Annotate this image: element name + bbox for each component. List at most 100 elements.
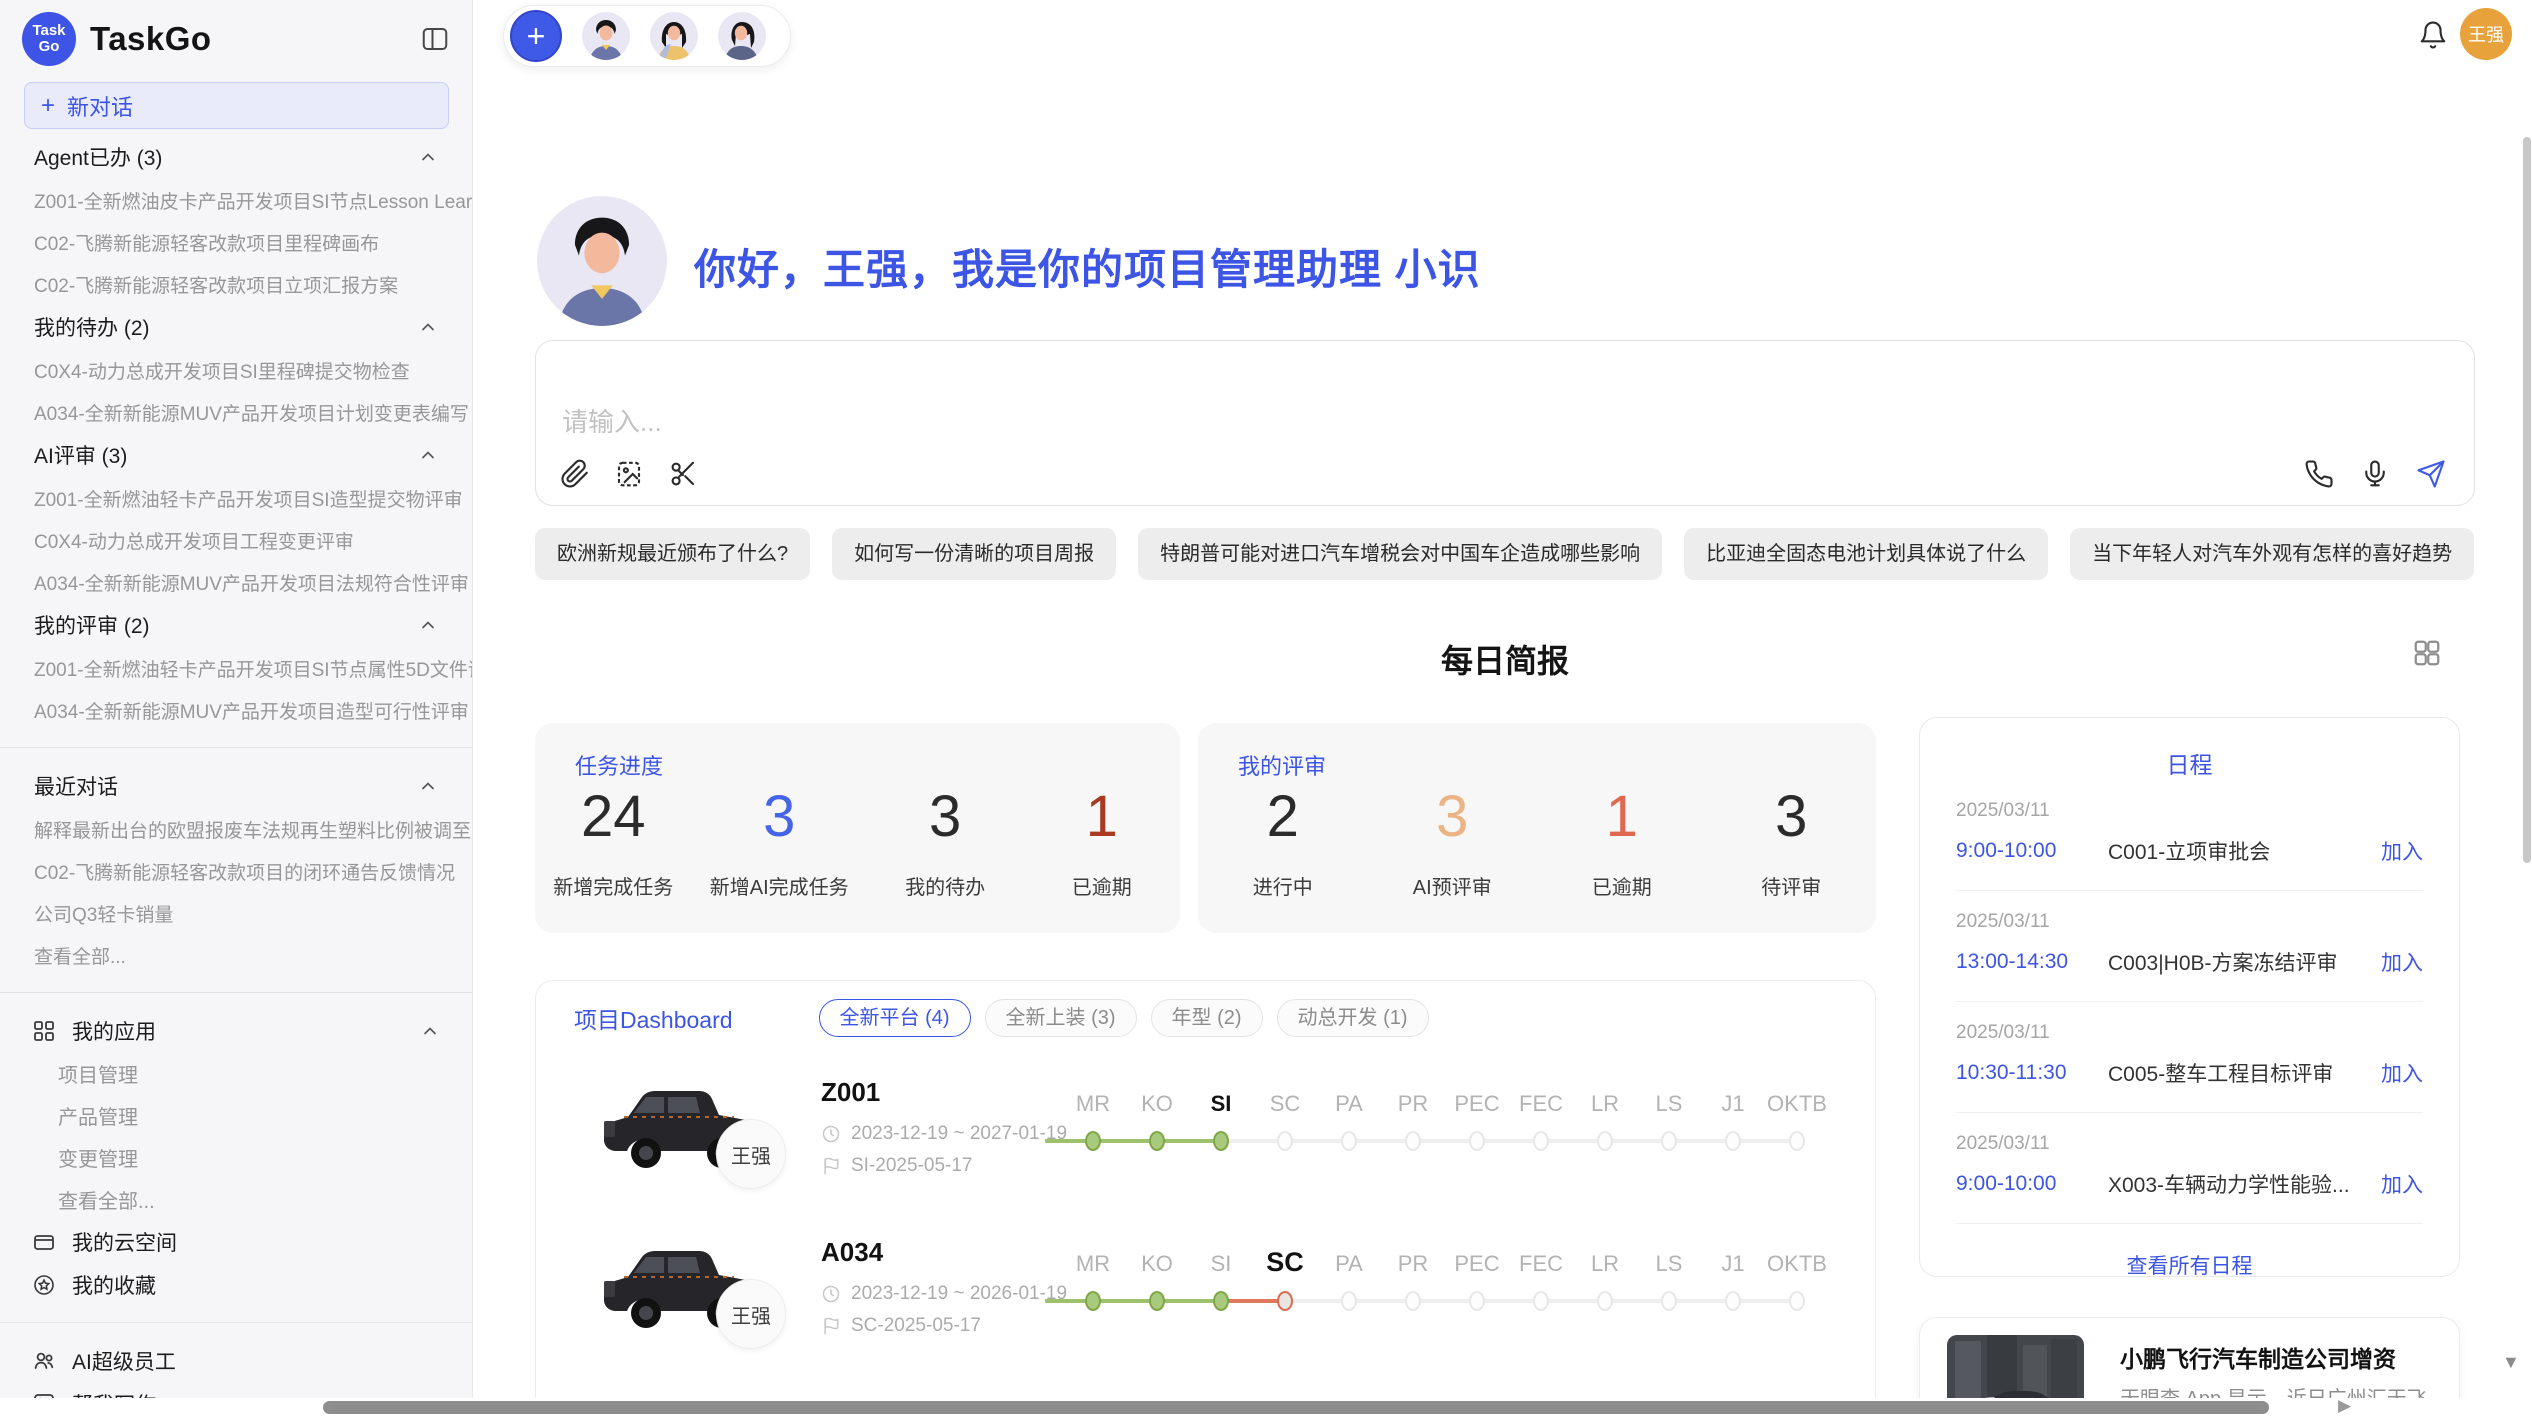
schedule-item[interactable]: 2025/03/11 9:00-10:00 C001-立项审批会 加入 <box>1956 780 2423 891</box>
scroll-right-arrow-icon[interactable]: ▶ <box>2338 1396 2351 1416</box>
sidebar-item-my-apps[interactable]: 我的应用 <box>0 1009 472 1052</box>
milestone-dot[interactable] <box>1789 1291 1805 1311</box>
tab-powertrain[interactable]: 动总开发 (1) <box>1277 999 1429 1037</box>
milestone-dot[interactable] <box>1725 1131 1741 1151</box>
milestone-dot[interactable] <box>1533 1291 1549 1311</box>
milestone-dot-done[interactable] <box>1213 1131 1229 1151</box>
sidebar-group-recent-chats[interactable]: 最近对话 <box>0 764 472 808</box>
agent-avatar-3[interactable] <box>718 12 766 60</box>
sidebar-item-cloud-space[interactable]: 我的云空间 <box>0 1220 472 1263</box>
milestone-dot[interactable] <box>1789 1131 1805 1151</box>
milestone-dot-done[interactable] <box>1149 1291 1165 1311</box>
sidebar-group-my-review[interactable]: 我的评审 (2) <box>0 603 472 647</box>
suggestion-chip[interactable]: 特朗普可能对进口汽车增税会对中国车企造成哪些影响 <box>1138 528 1662 580</box>
image-upload-icon[interactable] <box>614 459 644 489</box>
suggestion-chip[interactable]: 当下年轻人对汽车外观有怎样的喜好趋势 <box>2070 528 2474 580</box>
sidebar-item-project-mgmt[interactable]: 项目管理 <box>0 1052 472 1094</box>
sidebar-item[interactable]: A034-全新新能源MUV产品开发项目计划变更表编写 <box>0 391 472 433</box>
add-agent-button[interactable]: + <box>510 10 562 62</box>
milestone-dot[interactable] <box>1469 1131 1485 1151</box>
milestone-dot-done[interactable] <box>1149 1131 1165 1151</box>
attachment-icon[interactable] <box>560 459 590 489</box>
milestone-dot-done[interactable] <box>1213 1291 1229 1311</box>
tab-new-body[interactable]: 全新上装 (3) <box>985 999 1137 1037</box>
milestone-dot[interactable] <box>1277 1131 1293 1151</box>
milestone-dot[interactable] <box>1661 1131 1677 1151</box>
microphone-icon[interactable] <box>2360 459 2390 489</box>
project-row-z001[interactable]: 王强 Z001 2023-12-19 ~ 2027-01-19 SI-2025-… <box>536 1061 1875 1221</box>
sidebar-item-ai-employee[interactable]: AI超级员工 <box>0 1339 472 1382</box>
stat-my-todo[interactable]: 3 我的待办 <box>885 785 1005 900</box>
milestone-dot-overdue[interactable] <box>1277 1291 1293 1311</box>
sidebar-item[interactable]: 公司Q3轻卡销量 <box>0 892 472 934</box>
horizontal-scrollbar[interactable] <box>323 1401 2269 1414</box>
milestone-dot[interactable] <box>1469 1291 1485 1311</box>
sidebar-item[interactable]: C0X4-动力总成开发项目工程变更评审 <box>0 519 472 561</box>
vertical-scrollbar[interactable] <box>2523 137 2531 863</box>
agent-avatar-1[interactable] <box>582 12 630 60</box>
sidebar-item-favorites[interactable]: 我的收藏 <box>0 1263 472 1306</box>
stat-new-done[interactable]: 24 新增完成任务 <box>553 785 673 900</box>
new-chat-button[interactable]: + 新对话 <box>24 82 449 129</box>
suggestion-chip[interactable]: 欧洲新规最近颁布了什么? <box>535 528 810 580</box>
sidebar-item[interactable]: C02-飞腾新能源轻客改款项目立项汇报方案 <box>0 263 472 305</box>
suggestion-chip[interactable]: 比亚迪全固态电池计划具体说了什么 <box>1684 528 2048 580</box>
sidebar-item-change-mgmt[interactable]: 变更管理 <box>0 1136 472 1178</box>
milestone-dot[interactable] <box>1533 1131 1549 1151</box>
chevron-up-icon[interactable] <box>420 1021 440 1041</box>
milestone-dot[interactable] <box>1341 1131 1357 1151</box>
milestone-dot[interactable] <box>1405 1131 1421 1151</box>
sidebar-group-ai-review[interactable]: AI评审 (3) <box>0 433 472 477</box>
schedule-item[interactable]: 2025/03/11 9:00-10:00 X003-车辆动力学性能验... 加… <box>1956 1113 2423 1224</box>
view-all-schedule-link[interactable]: 查看所有日程 <box>1956 1250 2423 1280</box>
sidebar-group-my-todo[interactable]: 我的待办 (2) <box>0 305 472 349</box>
phone-call-icon[interactable] <box>2304 459 2334 489</box>
sidebar-item[interactable]: C0X4-动力总成开发项目SI里程碑提交物检查 <box>0 349 472 391</box>
sidebar-item[interactable]: Z001-全新燃油皮卡产品开发项目SI节点Lesson Learn报告 <box>0 179 472 221</box>
stat-review-overdue[interactable]: 1 已逾期 <box>1562 785 1682 900</box>
sidebar-item[interactable]: A034-全新新能源MUV产品开发项目造型可行性评审 <box>0 689 472 731</box>
user-avatar[interactable]: 王强 <box>2460 8 2512 60</box>
scroll-down-arrow-icon[interactable]: ▼ <box>2502 1352 2520 1373</box>
milestone-dot[interactable] <box>1341 1291 1357 1311</box>
agent-avatar-2[interactable] <box>650 12 698 60</box>
stat-in-progress[interactable]: 2 进行中 <box>1223 785 1343 900</box>
join-link[interactable]: 加入 <box>2381 1169 2423 1199</box>
schedule-item[interactable]: 2025/03/11 10:30-11:30 C005-整车工程目标评审 加入 <box>1956 1002 2423 1113</box>
stat-pending-review[interactable]: 3 待评审 <box>1731 785 1851 900</box>
chevron-up-icon[interactable] <box>418 445 438 465</box>
chevron-up-icon[interactable] <box>418 317 438 337</box>
suggestion-chip[interactable]: 如何写一份清晰的项目周报 <box>832 528 1116 580</box>
milestone-dot-done[interactable] <box>1085 1291 1101 1311</box>
chat-input[interactable] <box>562 407 2062 438</box>
milestone-dot[interactable] <box>1725 1291 1741 1311</box>
notification-bell-icon[interactable] <box>2418 20 2448 50</box>
join-link[interactable]: 加入 <box>2381 947 2423 977</box>
sidebar-collapse-icon[interactable] <box>420 24 450 54</box>
sidebar-item-product-mgmt[interactable]: 产品管理 <box>0 1094 472 1136</box>
sidebar-group-agent-done[interactable]: Agent已办 (3) <box>0 135 472 179</box>
milestone-dot[interactable] <box>1597 1291 1613 1311</box>
stat-overdue[interactable]: 1 已逾期 <box>1042 785 1162 900</box>
milestone-dot[interactable] <box>1597 1131 1613 1151</box>
chevron-up-icon[interactable] <box>418 147 438 167</box>
tab-year-model[interactable]: 年型 (2) <box>1151 999 1263 1037</box>
milestone-dot-done[interactable] <box>1085 1131 1101 1151</box>
schedule-item[interactable]: 2025/03/11 13:00-14:30 C003|H0B-方案冻结评审 加… <box>1956 891 2423 1002</box>
sidebar-item[interactable]: Z001-全新燃油轻卡产品开发项目SI节点属性5D文件评审 <box>0 647 472 689</box>
send-icon[interactable] <box>2416 459 2446 489</box>
chevron-up-icon[interactable] <box>418 776 438 796</box>
sidebar-item[interactable]: C02-飞腾新能源轻客改款项目里程碑画布 <box>0 221 472 263</box>
stat-new-ai-done[interactable]: 3 新增AI完成任务 <box>710 785 849 900</box>
join-link[interactable]: 加入 <box>2381 836 2423 866</box>
project-row-a034[interactable]: 王强 A034 2023-12-19 ~ 2026-01-19 SC-2025-… <box>536 1221 1875 1381</box>
sidebar-item[interactable]: Z001-全新燃油轻卡产品开发项目SI造型提交物评审 <box>0 477 472 519</box>
stat-ai-prereview[interactable]: 3 AI预评审 <box>1392 785 1512 900</box>
layout-grid-icon[interactable] <box>2412 638 2442 668</box>
sidebar-item[interactable]: C02-飞腾新能源轻客改款项目的闭环通告反馈情况 <box>0 850 472 892</box>
sidebar-item[interactable]: A034-全新新能源MUV产品开发项目法规符合性评审 <box>0 561 472 603</box>
scissors-icon[interactable] <box>668 459 698 489</box>
sidebar-item-view-all-apps[interactable]: 查看全部... <box>0 1178 472 1220</box>
sidebar-item-view-all[interactable]: 查看全部... <box>0 934 472 976</box>
milestone-dot[interactable] <box>1661 1291 1677 1311</box>
